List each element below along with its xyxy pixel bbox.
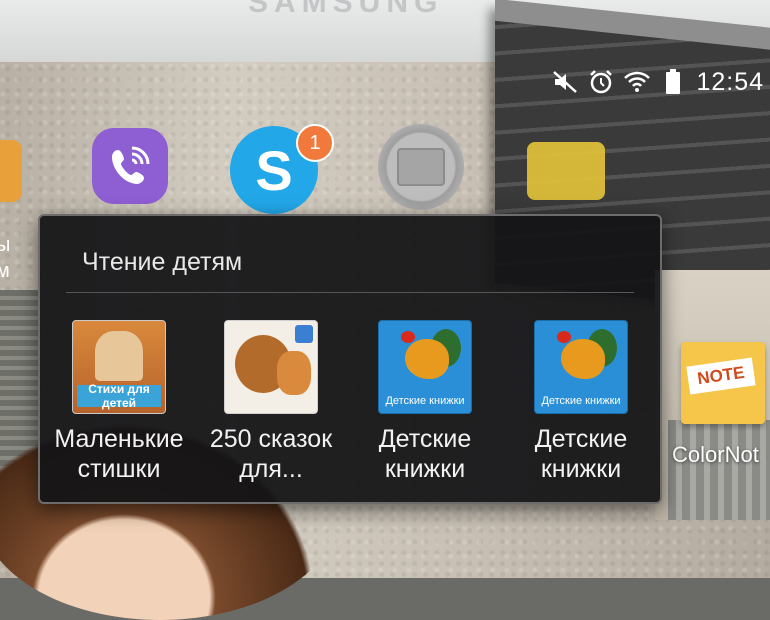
app-icon-gray[interactable]: [378, 124, 464, 210]
corner-tag-icon: [295, 325, 313, 343]
phone-icon: [112, 146, 150, 184]
illustration: [95, 331, 143, 381]
rooster-app-icon[interactable]: Детские книжки: [534, 320, 628, 414]
app-label: Маленькие стишки: [54, 425, 184, 483]
status-bar: 12:54: [552, 66, 770, 98]
icon-caption: Детские книжки: [385, 395, 465, 407]
folder-icon[interactable]: [527, 142, 605, 200]
mute-icon: [552, 70, 578, 94]
folder-popup: Чтение детям Стихи для детей Маленькие с…: [38, 214, 662, 504]
illustration: [277, 351, 311, 395]
colornote-label: ColorNot: [672, 442, 759, 467]
alarm-icon: [588, 70, 614, 94]
window-shutter: [668, 420, 770, 520]
rooster-icon: [561, 339, 605, 379]
partial-app-icon[interactable]: [0, 140, 22, 202]
partial-app-label: ы м: [0, 234, 11, 282]
stishki-app-icon[interactable]: Стихи для детей: [72, 320, 166, 414]
folder-divider: [66, 292, 634, 293]
app-detskie-knizhki-2[interactable]: Детские книжки Детские книжки: [506, 320, 656, 484]
icon-caption: Детские книжки: [541, 395, 621, 407]
skazki-app-icon[interactable]: [224, 320, 318, 414]
folder-title[interactable]: Чтение детям: [82, 248, 242, 277]
rooster-icon: [405, 339, 449, 379]
rooster-app-icon[interactable]: Детские книжки: [378, 320, 472, 414]
brand-logo: SAMSUNG: [248, 0, 444, 19]
battery-icon: [660, 69, 686, 94]
clock: 12:54: [696, 67, 764, 96]
notification-badge: 1: [296, 124, 334, 162]
app-label: Детские книжки: [378, 425, 472, 483]
square-icon: [397, 148, 445, 186]
icon-caption: Стихи для детей: [77, 382, 161, 410]
app-malenkie-stishki[interactable]: Стихи для детей Маленькие стишки: [44, 320, 194, 484]
wifi-icon: [624, 70, 651, 94]
app-label: 250 сказок для...: [209, 425, 333, 483]
app-250-skazok[interactable]: 250 сказок для...: [196, 320, 346, 484]
viber-app-icon[interactable]: [92, 128, 168, 204]
app-label: Детские книжки: [534, 425, 628, 483]
app-detskie-knizhki-1[interactable]: Детские книжки Детские книжки: [350, 320, 500, 484]
